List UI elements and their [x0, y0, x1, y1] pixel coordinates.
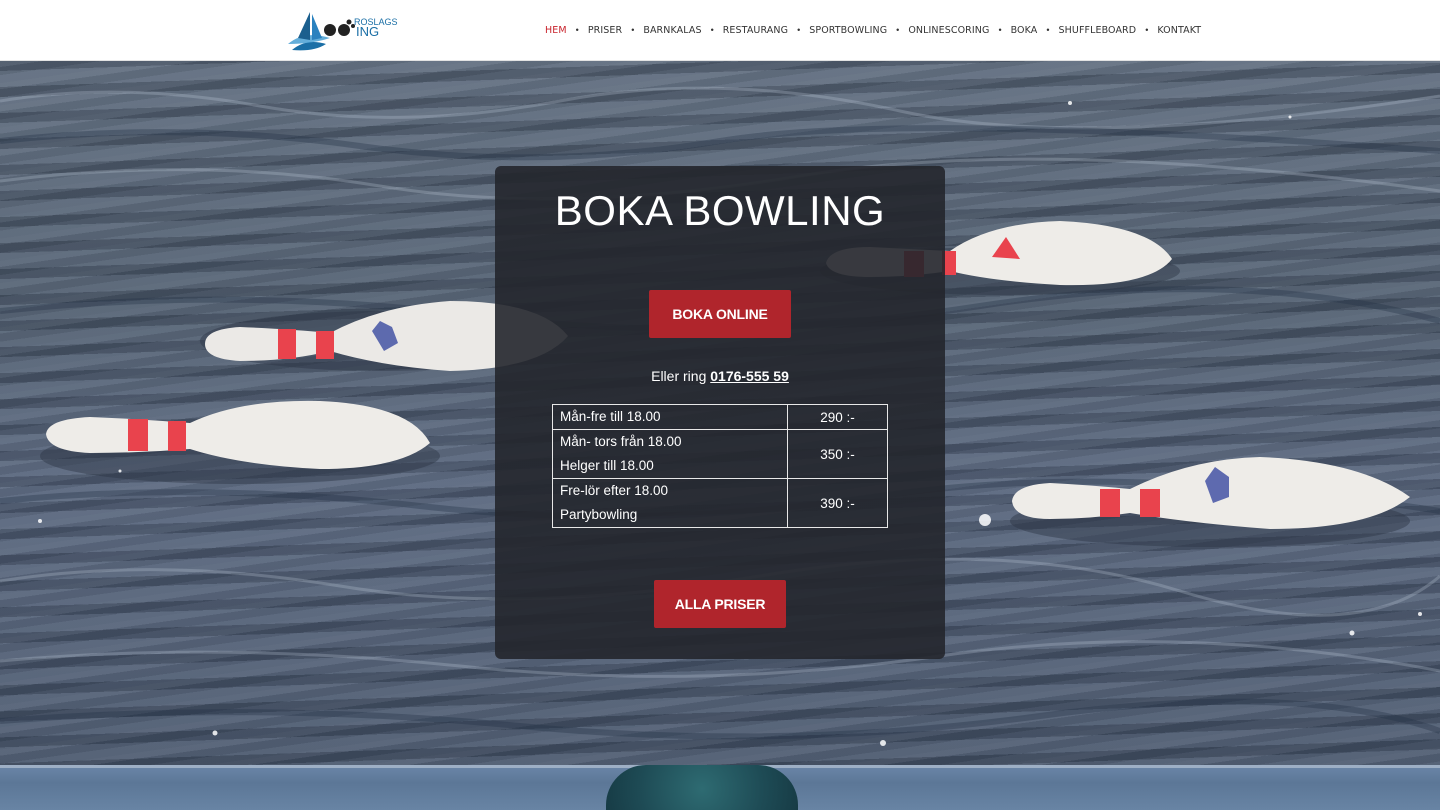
- table-row: Fre-lör efter 18.00 Partybowling 390 :-: [552, 478, 888, 528]
- price-value: 350 :-: [787, 429, 888, 479]
- price-desc: Fre-lör efter 18.00 Partybowling: [552, 478, 788, 528]
- price-desc-line: Partybowling: [560, 507, 638, 522]
- logo-graphic: ROSLAGS ING: [288, 12, 398, 51]
- nav-separator: •: [575, 25, 579, 35]
- price-desc: Mån- tors från 18.00 Helger till 18.00: [552, 429, 788, 479]
- price-table: Mån-fre till 18.00 290 :- Mån- tors från…: [552, 404, 888, 528]
- phone-link[interactable]: 0176-555 59: [710, 368, 789, 384]
- call-prefix: Eller ring: [651, 368, 707, 384]
- nav-kontakt[interactable]: KONTAKT: [1157, 25, 1201, 36]
- roslags-bowling-logo[interactable]: ROSLAGS ING: [286, 8, 402, 54]
- nav-onlinescoring[interactable]: ONLINESCORING: [908, 25, 989, 36]
- pin-top-image: [606, 765, 798, 810]
- price-desc-line: Mån- tors från 18.00: [560, 434, 682, 449]
- price-desc-line: Helger till 18.00: [560, 458, 654, 473]
- price-desc-line: Fre-lör efter 18.00: [560, 483, 669, 498]
- main-nav: HEM • PRISER • BARNKALAS • RESTAURANG • …: [545, 0, 1201, 60]
- price-value: 390 :-: [787, 478, 888, 528]
- price-desc-line: Mån-fre till 18.00: [560, 409, 661, 424]
- nav-sportbowling[interactable]: SPORTBOWLING: [809, 25, 887, 36]
- nav-separator: •: [631, 25, 635, 35]
- nav-restaurang[interactable]: RESTAURANG: [723, 25, 788, 36]
- nav-priser[interactable]: PRISER: [588, 25, 622, 36]
- nav-separator: •: [1145, 25, 1149, 35]
- book-online-button[interactable]: BOKA ONLINE: [649, 290, 791, 338]
- table-row: Mån-fre till 18.00 290 :-: [552, 404, 888, 430]
- nav-shuffleboard[interactable]: SHUFFLEBOARD: [1059, 25, 1137, 36]
- nav-separator: •: [1046, 25, 1050, 35]
- all-prices-button[interactable]: ALLA PRISER: [654, 580, 786, 628]
- table-row: Mån- tors från 18.00 Helger till 18.00 3…: [552, 429, 888, 479]
- nav-separator: •: [710, 25, 714, 35]
- nav-separator: •: [896, 25, 900, 35]
- nav-hem[interactable]: HEM: [545, 25, 567, 36]
- price-desc: Mån-fre till 18.00: [552, 404, 788, 430]
- logo-text-bottom: ING: [356, 24, 379, 39]
- nav-boka[interactable]: BOKA: [1011, 25, 1038, 36]
- nav-barnkalas[interactable]: BARNKALAS: [643, 25, 701, 36]
- nav-separator: •: [797, 25, 801, 35]
- nav-separator: •: [998, 25, 1002, 35]
- next-section-image: [0, 765, 1440, 810]
- price-value: 290 :-: [787, 404, 888, 430]
- page-title: BOKA BOWLING: [554, 187, 886, 234]
- call-text: Eller ring 0176-555 59: [0, 368, 1440, 384]
- site-header: ROSLAGS ING HEM • PRISER • BARNKALAS • R…: [0, 0, 1440, 61]
